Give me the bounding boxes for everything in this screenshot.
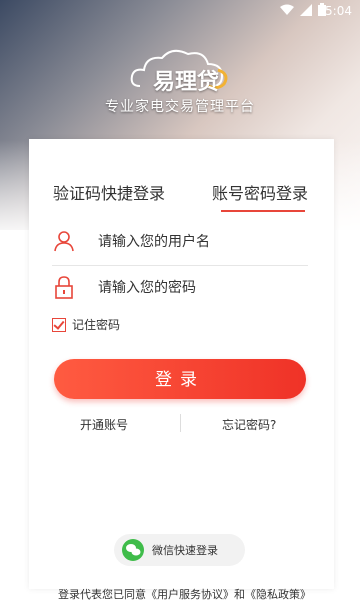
lock-icon bbox=[55, 276, 73, 299]
username-input[interactable] bbox=[96, 227, 300, 257]
user-icon bbox=[54, 231, 74, 252]
links-divider bbox=[180, 414, 181, 432]
wechat-icon bbox=[122, 539, 144, 561]
wechat-login-label: 微信快速登录 bbox=[152, 544, 218, 557]
status-time: 5:04 bbox=[325, 4, 352, 18]
remember-checkbox[interactable] bbox=[52, 317, 66, 332]
tagline: 专业家电交易管理平台 bbox=[105, 99, 255, 115]
username-field bbox=[52, 219, 308, 266]
signal-icon bbox=[300, 3, 312, 16]
wechat-login-button[interactable]: 微信快速登录 bbox=[114, 534, 245, 566]
wifi-icon bbox=[280, 4, 294, 15]
active-tab-indicator bbox=[221, 210, 305, 212]
remember-password[interactable]: 记住密码 bbox=[52, 316, 120, 333]
logo-text: 易理贷 bbox=[153, 70, 220, 95]
tab-account-login[interactable]: 账号密码登录 bbox=[212, 180, 308, 204]
login-tabs: 验证码快捷登录 账号密码登录 bbox=[29, 170, 334, 214]
status-bar: 5:04 bbox=[0, 0, 360, 24]
password-input[interactable] bbox=[96, 273, 300, 303]
tab-sms-login[interactable]: 验证码快捷登录 bbox=[53, 180, 165, 204]
open-account-link[interactable]: 开通账号 bbox=[80, 416, 128, 433]
remember-label: 记住密码 bbox=[72, 318, 121, 332]
password-field bbox=[52, 265, 308, 311]
login-button[interactable]: 登录 bbox=[54, 359, 306, 399]
forgot-password-link[interactable]: 忘记密码? bbox=[222, 416, 276, 433]
account-links: 开通账号 忘记密码? bbox=[29, 412, 334, 436]
status-icons bbox=[280, 3, 326, 16]
